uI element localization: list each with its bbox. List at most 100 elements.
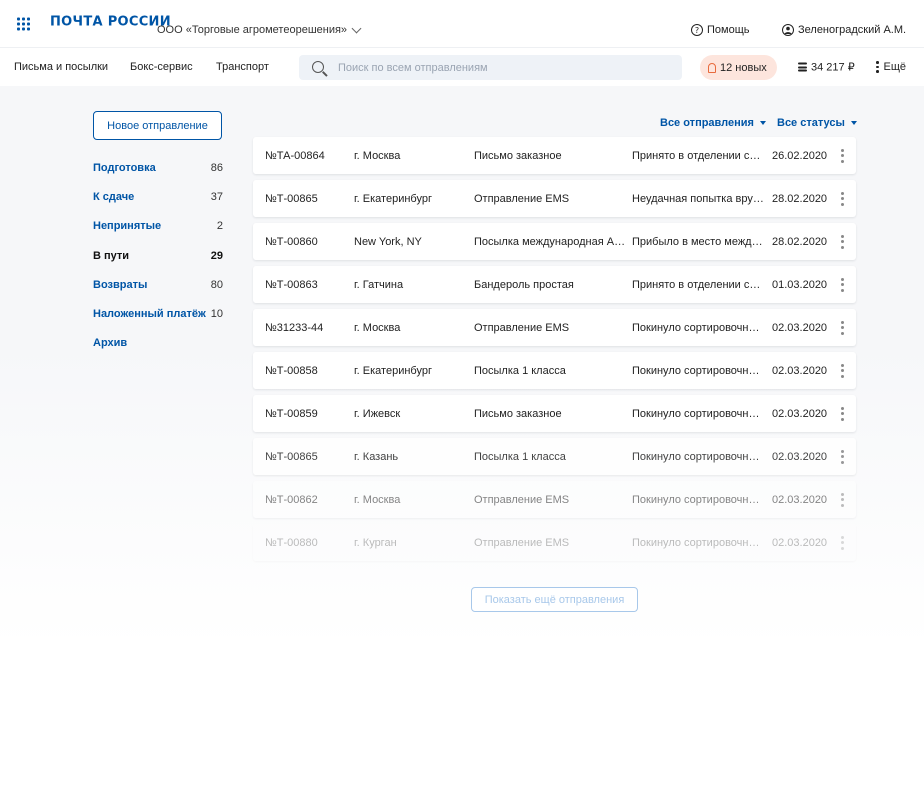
sidebar-item-count: 37 [210, 191, 223, 203]
shipment-id: №31233-44 [265, 321, 324, 334]
sidebar-item-returns[interactable]: Возвраты 80 [93, 279, 223, 291]
balance-value: 34 217 ₽ [811, 61, 855, 74]
shipment-date: 02.03.2020 [772, 407, 828, 420]
help-label: Помощь [707, 24, 750, 36]
shipment-city: г. Екатеринбург [354, 192, 432, 205]
chevron-down-icon [351, 23, 362, 33]
logo[interactable]: ПОЧТА РОССИИ [50, 15, 171, 30]
shipment-type: Отправление EMS [474, 192, 570, 205]
row-menu-icon[interactable] [841, 363, 844, 378]
sidebar-item-count: 80 [210, 279, 223, 291]
organization-name: ООО «Торговые агрометеорешения» [157, 24, 348, 36]
filter-label: Все статусы [777, 117, 845, 129]
shipment-row[interactable]: №Т-00862 г. Москва Отправление EMS Покин… [253, 481, 856, 518]
shipment-city: г. Москва [354, 149, 401, 162]
filter-all-shipments[interactable]: Все отправления [660, 117, 766, 129]
search-bar[interactable] [299, 55, 682, 80]
shipment-id: №ТА-00864 [265, 149, 325, 162]
shipment-id: №Т-00863 [265, 278, 318, 291]
shipment-type: Отправление EMS [474, 536, 570, 549]
nav-box-service[interactable]: Бокс-сервис [130, 61, 193, 73]
new-shipment-button[interactable]: Новое отправление [93, 111, 222, 140]
row-menu-icon[interactable] [841, 191, 844, 206]
shipment-id: №Т-00862 [265, 493, 318, 506]
shipment-row[interactable]: №Т-00880 г. Курган Отправление EMS Покин… [253, 524, 856, 561]
shipment-row[interactable]: №Т-00865 г. Екатеринбург Отправление EMS… [253, 180, 856, 217]
shipment-type: Посылка 1 класса [474, 364, 566, 377]
row-menu-icon[interactable] [841, 234, 844, 249]
shipment-type: Письмо заказное [474, 407, 562, 420]
row-menu-icon[interactable] [841, 277, 844, 292]
shipment-status: Прибыло в место международного обмена [632, 235, 765, 248]
sidebar-item-archive[interactable]: Архив [93, 337, 223, 349]
shipment-id: №Т-00880 [265, 536, 318, 549]
shipment-id: №Т-00865 [265, 450, 318, 463]
apps-grid-icon[interactable] [17, 17, 30, 31]
sidebar-item-count: 10 [210, 308, 223, 320]
shipment-date: 26.02.2020 [772, 149, 828, 162]
row-menu-icon[interactable] [841, 535, 844, 550]
row-menu-icon[interactable] [841, 449, 844, 464]
shipment-type: Письмо заказное [474, 149, 562, 162]
shipment-date: 02.03.2020 [772, 536, 828, 549]
user-icon [782, 24, 794, 36]
coins-icon [798, 62, 807, 72]
shipment-row[interactable]: №31233-44 г. Москва Отправление EMS Поки… [253, 309, 856, 346]
nav-letters-parcels[interactable]: Письма и посылки [14, 61, 108, 73]
shipment-status: Покинуло сортировочный центр [632, 536, 765, 549]
more-vertical-icon [876, 61, 879, 73]
sidebar-item-count: 86 [210, 162, 223, 174]
sidebar-item-cash-on-delivery[interactable]: Наложенный платёж 10 [93, 308, 223, 320]
shipment-type: Отправление EMS [474, 493, 570, 506]
sidebar-item-label: Подготовка [93, 162, 156, 174]
shipment-city: г. Ижевск [354, 407, 401, 420]
shipment-id: №Т-00858 [265, 364, 318, 377]
search-icon [312, 61, 324, 73]
shipment-row[interactable]: №ТА-00864 г. Москва Письмо заказное Прин… [253, 137, 856, 174]
caret-down-icon [759, 121, 766, 125]
shipment-id: №Т-00859 [265, 407, 318, 420]
shipment-date: 28.02.2020 [772, 192, 828, 205]
row-menu-icon[interactable] [841, 492, 844, 507]
shipment-type: Бандероль простая [474, 278, 574, 291]
shipment-row[interactable]: №Т-00860 New York, NY Посылка международ… [253, 223, 856, 260]
filter-all-statuses[interactable]: Все статусы [777, 117, 857, 129]
row-menu-icon[interactable] [841, 406, 844, 421]
nav-transport[interactable]: Транспорт [216, 61, 269, 73]
sidebar-item-label: В пути [93, 250, 130, 262]
filter-label: Все отправления [660, 117, 754, 129]
organization-selector[interactable]: ООО «Торговые агрометеорешения» [157, 23, 362, 36]
shipment-row[interactable]: №Т-00863 г. Гатчина Бандероль простая Пр… [253, 266, 856, 303]
help-link[interactable]: ? Помощь [691, 24, 750, 36]
row-menu-icon[interactable] [841, 320, 844, 335]
shipment-row[interactable]: №Т-00859 г. Ижевск Письмо заказное Покин… [253, 395, 856, 432]
user-name: Зеленоградский А.М. [798, 24, 907, 36]
shipment-type: Посылка 1 класса [474, 450, 566, 463]
shipment-row[interactable]: №Т-00858 г. Екатеринбург Посылка 1 класс… [253, 352, 856, 389]
search-input[interactable] [338, 55, 668, 80]
balance[interactable]: 34 217 ₽ [798, 61, 855, 74]
shipment-status: Покинуло сортировочный центр [632, 364, 765, 377]
shipment-city: г. Екатеринбург [354, 364, 432, 377]
sidebar-item-count: 29 [210, 250, 223, 262]
more-menu[interactable]: Ещё [876, 61, 906, 73]
shipment-date: 02.03.2020 [772, 321, 828, 334]
show-more-button[interactable]: Показать ещё отправления [471, 587, 638, 612]
shipment-type: Посылка международная АВИА [474, 235, 626, 248]
shipment-status: Принято в отделении связи [632, 278, 765, 291]
sidebar-item-preparation[interactable]: Подготовка 86 [93, 162, 223, 174]
user-menu[interactable]: Зеленоградский А.М. [782, 24, 906, 36]
notifications-button[interactable]: 12 новых [700, 55, 777, 80]
sidebar-item-label: Архив [93, 337, 128, 349]
sidebar-item-to-hand-over[interactable]: К сдаче 37 [93, 191, 223, 203]
sidebar-item-label: Возвраты [93, 279, 148, 291]
shipment-date: 01.03.2020 [772, 278, 828, 291]
shipment-date: 28.02.2020 [772, 235, 828, 248]
sidebar-item-not-accepted[interactable]: Непринятые 2 [93, 220, 223, 232]
shipment-id: №Т-00865 [265, 192, 318, 205]
row-menu-icon[interactable] [841, 148, 844, 163]
shipment-status: Покинуло сортировочный центр [632, 321, 765, 334]
shipment-row[interactable]: №Т-00865 г. Казань Посылка 1 класса Поки… [253, 438, 856, 475]
notifications-count: 12 новых [720, 61, 767, 74]
sidebar-item-in-transit[interactable]: В пути 29 [93, 250, 223, 262]
